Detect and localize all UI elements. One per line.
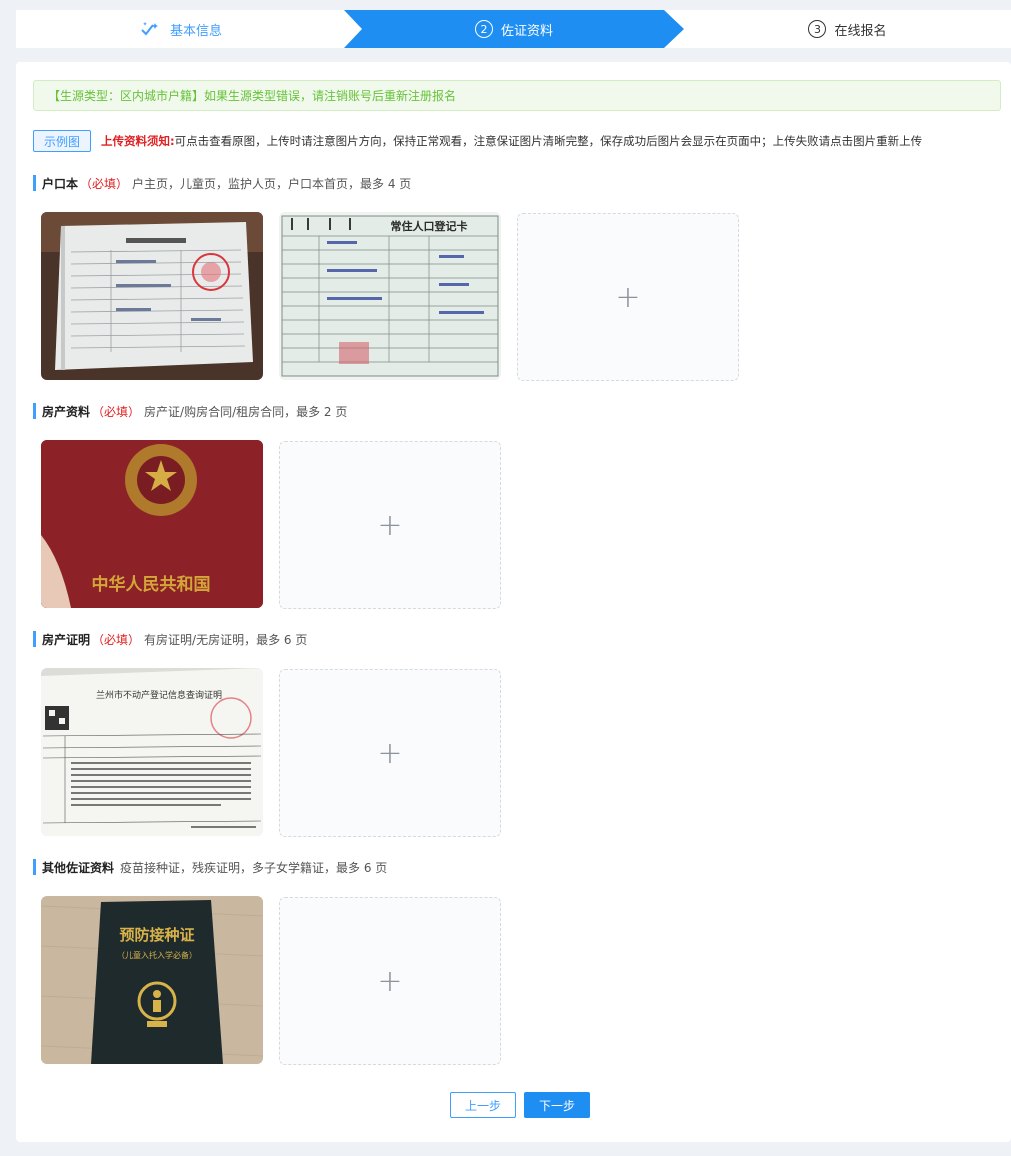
- section-title-property-proof: 房产证明 （必填） 有房证明/无房证明，最多 6 页: [33, 631, 307, 647]
- other-upload-box[interactable]: +: [279, 897, 501, 1065]
- vaccine-subtitle: （儿童入托入学必备）: [117, 950, 197, 960]
- hukou-image-1[interactable]: [41, 212, 263, 380]
- step-label: 在线报名: [834, 23, 887, 39]
- step-online-registration[interactable]: 3 在线报名: [684, 10, 1011, 48]
- vaccine-title: 预防接种证: [119, 926, 194, 944]
- upload-tips: 示例图 上传资料须知: 可点击查看原图，上传时请注意图片方向，保持正常观看，注意…: [33, 129, 922, 153]
- required-mark: （必填）: [92, 404, 141, 419]
- source-type-notice: 【生源类型：区内城市户籍】如果生源类型错误，请注销账号后重新注册报名: [33, 80, 1001, 111]
- section-name: 房产资料: [42, 404, 91, 419]
- other-image-1[interactable]: 预防接种证 （儿童入托入学必备）: [41, 896, 263, 1064]
- hukou-image-2[interactable]: 常住人口登记卡: [279, 212, 501, 380]
- example-image-button[interactable]: 示例图: [33, 130, 92, 152]
- proof-upload-box[interactable]: +: [279, 669, 501, 837]
- section-desc: 户主页，儿童页，监护人页，户口本首页，最多 4 页: [132, 176, 412, 191]
- proof-image-1[interactable]: 兰州市不动产登记信息查询证明: [41, 668, 263, 836]
- proof-title: 兰州市不动产登记信息查询证明: [96, 689, 222, 701]
- section-desc: 疫苗接种证，残疾证明，多子女学籍证，最多 6 页: [120, 860, 388, 875]
- previous-step-button[interactable]: 上一步: [450, 1092, 517, 1118]
- section-title-property-docs: 房产资料 （必填） 房产证/购房合同/租房合同，最多 2 页: [33, 403, 347, 419]
- section-title-hukou: 户口本 （必填） 户主页，儿童页，监护人页，户口本首页，最多 4 页: [33, 175, 411, 191]
- property-image-1[interactable]: 中华人民共和国: [41, 440, 263, 608]
- next-step-button[interactable]: 下一步: [524, 1092, 591, 1118]
- section-name: 其他佐证资料: [42, 860, 115, 875]
- tip-title: 上传资料须知:: [101, 134, 175, 148]
- step-number: 2: [474, 20, 493, 38]
- section-name: 房产证明: [42, 632, 91, 647]
- hukou-upload-box[interactable]: +: [517, 213, 739, 381]
- main-card: 【生源类型：区内城市户籍】如果生源类型错误，请注销账号后重新注册报名 示例图 上…: [16, 62, 1011, 1142]
- plus-icon: +: [377, 963, 403, 999]
- property-upload-box[interactable]: +: [279, 441, 501, 609]
- step-evidence[interactable]: 2 佐证资料: [344, 10, 684, 48]
- sparkle-check-icon: [140, 21, 160, 37]
- step-basic-info[interactable]: 基本信息: [16, 10, 346, 48]
- section-name: 户口本: [42, 176, 79, 191]
- section-desc: 有房证明/无房证明，最多 6 页: [144, 632, 308, 647]
- section-title-other-evidence: 其他佐证资料 疫苗接种证，残疾证明，多子女学籍证，最多 6 页: [33, 859, 387, 875]
- required-mark: （必填）: [80, 176, 129, 191]
- steps-bar: 基本信息 2 佐证资料 3 在线报名: [16, 10, 1011, 48]
- plus-icon: +: [377, 735, 403, 771]
- hukou-card-title: 常住人口登记卡: [391, 219, 468, 233]
- property-cover-text: 中华人民共和国: [92, 574, 211, 595]
- step-label: 基本信息: [169, 23, 222, 39]
- tip-text: 可点击查看原图，上传时请注意图片方向，保持正常观看，注意保证图片清晰完整，保存成…: [174, 134, 923, 148]
- required-mark: （必填）: [92, 632, 141, 647]
- section-desc: 房产证/购房合同/租房合同，最多 2 页: [144, 404, 348, 419]
- step-navigation: 上一步 下一步: [450, 1092, 591, 1118]
- step-label: 佐证资料: [500, 23, 553, 39]
- plus-icon: +: [615, 279, 641, 315]
- step-number: 3: [808, 20, 827, 38]
- plus-icon: +: [377, 507, 403, 543]
